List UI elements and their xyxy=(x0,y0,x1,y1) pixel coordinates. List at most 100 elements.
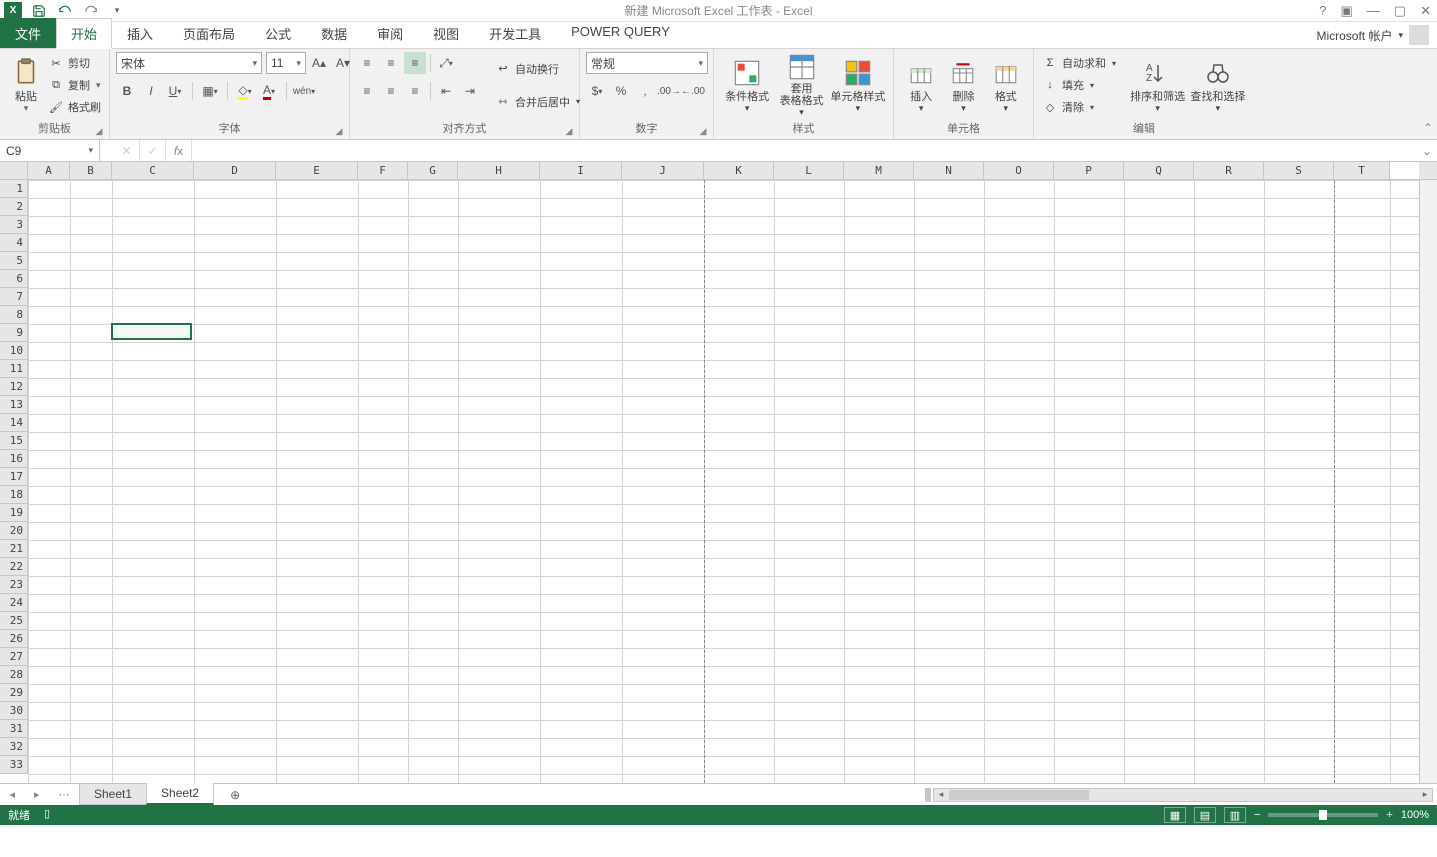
row-header[interactable]: 22 xyxy=(0,558,28,576)
row-header[interactable]: 27 xyxy=(0,648,28,666)
ribbon-tab-审阅[interactable]: 审阅 xyxy=(362,18,418,48)
tab-split-handle[interactable] xyxy=(925,788,931,802)
row-header[interactable]: 1 xyxy=(0,180,28,198)
sheet-nav-next-icon[interactable]: ▸ xyxy=(34,788,40,801)
row-header[interactable]: 16 xyxy=(0,450,28,468)
row-header[interactable]: 19 xyxy=(0,504,28,522)
add-sheet-button[interactable]: ⊕ xyxy=(222,784,248,805)
italic-button[interactable]: I xyxy=(140,80,162,102)
row-header[interactable]: 5 xyxy=(0,252,28,270)
column-header[interactable]: C xyxy=(112,162,194,179)
row-header[interactable]: 3 xyxy=(0,216,28,234)
insert-cells-button[interactable]: 插入▾ xyxy=(900,52,942,118)
format-cells-button[interactable]: 格式▾ xyxy=(985,52,1027,118)
sheet-tab-Sheet1[interactable]: Sheet1 xyxy=(79,784,147,805)
row-header[interactable]: 23 xyxy=(0,576,28,594)
row-header[interactable]: 30 xyxy=(0,702,28,720)
row-header[interactable]: 21 xyxy=(0,540,28,558)
ribbon-tab-插入[interactable]: 插入 xyxy=(112,18,168,48)
sort-filter-button[interactable]: AZ排序和筛选▾ xyxy=(1127,52,1187,118)
hscroll-right-icon[interactable]: ▸ xyxy=(1418,789,1432,801)
qat-customize-icon[interactable]: ▾ xyxy=(108,2,126,20)
row-header[interactable]: 31 xyxy=(0,720,28,738)
find-select-button[interactable]: 查找和选择▾ xyxy=(1188,52,1248,118)
increase-indent-icon[interactable]: ⇥ xyxy=(459,80,481,102)
select-all-corner[interactable] xyxy=(0,162,28,179)
increase-decimal-icon[interactable]: .00→ xyxy=(658,80,680,102)
row-header[interactable]: 2 xyxy=(0,198,28,216)
expand-formula-bar-icon[interactable]: ⌄ xyxy=(1417,144,1437,158)
column-header[interactable]: G xyxy=(408,162,458,179)
row-header[interactable]: 33 xyxy=(0,756,28,774)
hscroll-thumb[interactable] xyxy=(949,790,1089,800)
column-header[interactable]: J xyxy=(622,162,704,179)
phonetic-button[interactable]: wén▾ xyxy=(293,80,315,102)
horizontal-scrollbar[interactable]: ◂ ▸ xyxy=(933,788,1433,802)
bold-button[interactable]: B xyxy=(116,80,138,102)
format-painter-button[interactable]: 🖌格式刷 xyxy=(46,97,103,117)
maximize-icon[interactable]: ▢ xyxy=(1394,3,1406,19)
zoom-slider[interactable] xyxy=(1268,813,1378,817)
row-header[interactable]: 10 xyxy=(0,342,28,360)
zoom-in-icon[interactable]: + xyxy=(1386,809,1392,821)
decrease-decimal-icon[interactable]: ←.00 xyxy=(682,80,704,102)
insert-function-icon[interactable]: fx xyxy=(166,140,192,161)
redo-icon[interactable] xyxy=(82,2,100,20)
save-icon[interactable] xyxy=(30,2,48,20)
ribbon-display-icon[interactable]: ▣ xyxy=(1341,3,1353,19)
column-header[interactable]: P xyxy=(1054,162,1124,179)
comma-icon[interactable]: , xyxy=(634,80,656,102)
paste-button[interactable]: 粘贴 ▾ xyxy=(6,52,46,118)
account-menu[interactable]: Microsoft 帐户 ▾ xyxy=(1316,25,1429,45)
clear-button[interactable]: ◇清除▾ xyxy=(1040,97,1127,117)
row-header[interactable]: 8 xyxy=(0,306,28,324)
close-icon[interactable]: ✕ xyxy=(1420,3,1431,19)
ribbon-tab-视图[interactable]: 视图 xyxy=(418,18,474,48)
row-header[interactable]: 25 xyxy=(0,612,28,630)
clipboard-launcher-icon[interactable]: ◢ xyxy=(93,123,105,135)
zoom-out-icon[interactable]: − xyxy=(1254,809,1260,821)
cells-area[interactable] xyxy=(28,180,1419,783)
font-size-combo[interactable]: 11▾ xyxy=(266,52,306,74)
increase-font-icon[interactable]: A▴ xyxy=(308,52,330,74)
enter-formula-icon[interactable]: ✓ xyxy=(140,140,166,161)
column-header[interactable]: L xyxy=(774,162,844,179)
minimize-icon[interactable]: — xyxy=(1367,3,1380,19)
copy-button[interactable]: ⧉复制▾ xyxy=(46,75,103,95)
ribbon-tab-开发工具[interactable]: 开发工具 xyxy=(474,18,556,48)
cancel-formula-icon[interactable]: ✕ xyxy=(114,140,140,161)
number-format-combo[interactable]: 常规▾ xyxy=(586,52,708,74)
ribbon-tab-文件[interactable]: 文件 xyxy=(0,18,56,48)
fill-color-button[interactable]: ◇▾ xyxy=(234,80,256,102)
row-header[interactable]: 7 xyxy=(0,288,28,306)
number-launcher-icon[interactable]: ◢ xyxy=(697,123,709,135)
font-name-combo[interactable]: 宋体▾ xyxy=(116,52,262,74)
column-header[interactable]: O xyxy=(984,162,1054,179)
column-header[interactable]: M xyxy=(844,162,914,179)
row-header[interactable]: 26 xyxy=(0,630,28,648)
help-icon[interactable]: ? xyxy=(1319,3,1326,19)
ribbon-tab-开始[interactable]: 开始 xyxy=(56,18,112,49)
autosum-button[interactable]: Σ自动求和▾ xyxy=(1040,53,1127,73)
macro-record-icon[interactable]: ▯ xyxy=(44,807,50,823)
name-box-dropdown-icon[interactable]: ▾ xyxy=(88,145,93,156)
merge-center-button[interactable]: ⇿合并后居中▾ xyxy=(493,92,582,112)
decrease-indent-icon[interactable]: ⇤ xyxy=(435,80,457,102)
border-button[interactable]: ▦▾ xyxy=(199,80,221,102)
row-header[interactable]: 13 xyxy=(0,396,28,414)
align-top-icon[interactable]: ≡ xyxy=(356,52,378,74)
sheet-nav-prev-icon[interactable]: ◂ xyxy=(9,788,15,801)
ribbon-tab-页面布局[interactable]: 页面布局 xyxy=(168,18,250,48)
hscroll-left-icon[interactable]: ◂ xyxy=(934,789,948,801)
row-header[interactable]: 29 xyxy=(0,684,28,702)
fill-button[interactable]: ↓填充▾ xyxy=(1040,75,1127,95)
row-header[interactable]: 28 xyxy=(0,666,28,684)
ribbon-tab-公式[interactable]: 公式 xyxy=(250,18,306,48)
column-header[interactable]: H xyxy=(458,162,540,179)
zoom-level[interactable]: 100% xyxy=(1401,809,1429,821)
column-header[interactable]: R xyxy=(1194,162,1264,179)
align-left-icon[interactable]: ≡ xyxy=(356,80,378,102)
row-header[interactable]: 17 xyxy=(0,468,28,486)
column-header[interactable]: T xyxy=(1334,162,1390,179)
wrap-text-button[interactable]: ↩自动换行 xyxy=(493,59,582,79)
